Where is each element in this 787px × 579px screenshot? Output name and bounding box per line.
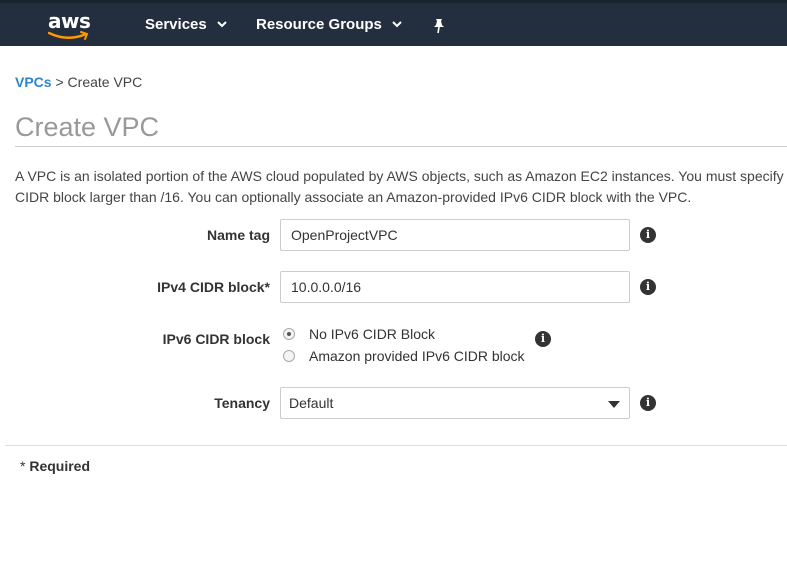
ipv4-cidr-info-icon[interactable]: i <box>640 279 656 295</box>
ipv6-option-amazon[interactable]: Amazon provided IPv6 CIDR block <box>283 348 525 364</box>
pin-icon[interactable] <box>432 18 446 37</box>
name-tag-label: Name tag <box>206 227 270 243</box>
ipv6-cidr-info-icon[interactable]: i <box>535 331 551 347</box>
name-tag-info-icon[interactable]: i <box>640 227 656 243</box>
required-label: Required <box>29 458 91 474</box>
resource-groups-label: Resource Groups <box>256 16 382 33</box>
form-divider <box>5 445 787 446</box>
radio-button[interactable] <box>283 350 295 362</box>
ipv6-option-none-label: No IPv6 CIDR Block <box>309 326 436 342</box>
breadcrumb: VPCs > Create VPC <box>15 74 142 90</box>
page-description: A VPC is an isolated portion of the AWS … <box>15 166 787 208</box>
tenancy-selected-value: Default <box>289 395 334 411</box>
tenancy-select[interactable]: Default <box>280 387 630 419</box>
ipv6-option-none[interactable]: No IPv6 CIDR Block <box>283 326 435 342</box>
required-note: * Required <box>20 458 90 474</box>
tenancy-info-icon[interactable]: i <box>640 395 656 411</box>
tenancy-label: Tenancy <box>214 395 270 411</box>
title-divider <box>15 146 787 147</box>
page-title: Create VPC <box>15 112 160 142</box>
required-star: * <box>20 458 26 474</box>
aws-smile-icon <box>48 31 89 40</box>
ipv4-cidr-input[interactable] <box>280 271 630 303</box>
chevron-down-icon <box>392 21 402 28</box>
chevron-down-icon <box>217 21 227 28</box>
ipv6-cidr-label: IPv6 CIDR block <box>162 331 270 347</box>
aws-logo-text: aws <box>48 9 91 33</box>
caret-down-icon <box>608 401 620 408</box>
breadcrumb-separator: > <box>55 74 64 90</box>
resource-groups-menu[interactable]: Resource Groups <box>256 16 402 33</box>
radio-button-selected[interactable] <box>283 328 295 340</box>
services-label: Services <box>145 16 207 33</box>
ipv6-option-amazon-label: Amazon provided IPv6 CIDR block <box>309 348 525 364</box>
ipv4-cidr-label: IPv4 CIDR block* <box>157 279 270 295</box>
description-line-2: CIDR block larger than /16. You can opti… <box>15 189 692 205</box>
description-line-1: A VPC is an isolated portion of the AWS … <box>15 168 784 184</box>
top-nav-bar: aws Services Resource Groups <box>0 0 787 46</box>
name-tag-input[interactable] <box>280 219 630 251</box>
breadcrumb-current: Create VPC <box>67 74 143 90</box>
breadcrumb-vpcs-link[interactable]: VPCs <box>15 74 52 90</box>
aws-logo[interactable]: aws <box>48 9 92 41</box>
services-menu[interactable]: Services <box>145 16 227 33</box>
